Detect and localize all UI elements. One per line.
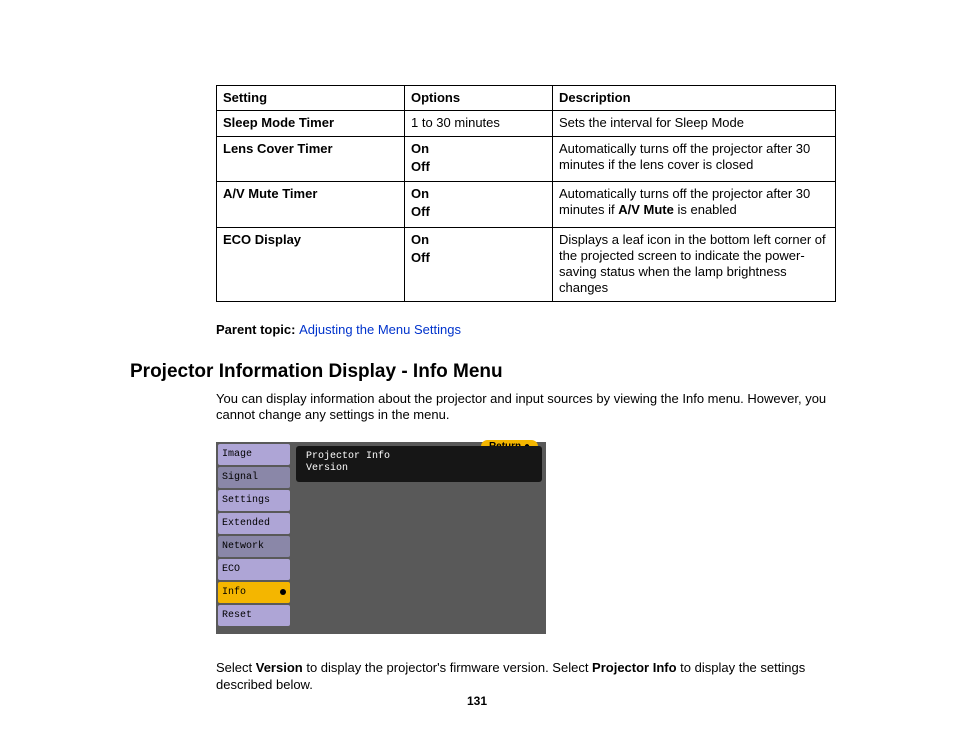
menu-item-signal: Signal: [218, 467, 290, 488]
table-row: Lens Cover Timer On Off Automatically tu…: [217, 136, 836, 182]
cell-description: Sets the interval for Sleep Mode: [553, 111, 836, 136]
cell-setting: Lens Cover Timer: [217, 136, 405, 182]
parent-topic-label: Parent topic:: [216, 322, 299, 337]
cell-setting: Sleep Mode Timer: [217, 111, 405, 136]
menu-sidebar: Image Signal Settings Extended Network E…: [216, 442, 292, 634]
menu-line-projector-info: Projector Info: [306, 451, 390, 462]
menu-item-reset: Reset: [218, 605, 290, 626]
header-options: Options: [405, 86, 553, 111]
menu-item-image: Image: [218, 444, 290, 465]
table-header-row: Setting Options Description: [217, 86, 836, 111]
option-on: On: [411, 186, 546, 202]
header-description: Description: [553, 86, 836, 111]
table-row: ECO Display On Off Displays a leaf icon …: [217, 227, 836, 301]
settings-table: Setting Options Description Sleep Mode T…: [216, 85, 836, 302]
cell-description: Automatically turns off the projector af…: [553, 136, 836, 182]
page-number: 131: [0, 694, 954, 708]
cell-options: On Off: [405, 136, 553, 182]
cell-setting: ECO Display: [217, 227, 405, 301]
menu-screenshot: Image Signal Settings Extended Network E…: [216, 442, 546, 634]
table-row: A/V Mute Timer On Off Automatically turn…: [217, 182, 836, 228]
intro-paragraph: You can display information about the pr…: [216, 391, 834, 425]
option-off: Off: [411, 204, 546, 220]
cell-description: Automatically turns off the projector af…: [553, 182, 836, 228]
option-on: On: [411, 141, 546, 157]
option-off: Off: [411, 250, 546, 266]
menu-item-network: Network: [218, 536, 290, 557]
menu-item-settings: Settings: [218, 490, 290, 511]
cell-setting: A/V Mute Timer: [217, 182, 405, 228]
table-row: Sleep Mode Timer 1 to 30 minutes Sets th…: [217, 111, 836, 136]
option-on: On: [411, 232, 546, 248]
cell-options: 1 to 30 minutes: [405, 111, 553, 136]
cell-options: On Off: [405, 182, 553, 228]
menu-main-panel: Projector Info Version: [296, 446, 542, 482]
parent-topic: Parent topic: Adjusting the Menu Setting…: [216, 322, 834, 337]
menu-item-info: Info: [218, 582, 290, 603]
section-heading: Projector Information Display - Info Men…: [130, 361, 834, 383]
cell-description: Displays a leaf icon in the bottom left …: [553, 227, 836, 301]
cell-options: On Off: [405, 227, 553, 301]
enter-icon: [280, 589, 286, 595]
option-off: Off: [411, 159, 546, 175]
menu-item-extended: Extended: [218, 513, 290, 534]
footer-paragraph: Select Version to display the projector'…: [216, 660, 834, 694]
menu-item-eco: ECO: [218, 559, 290, 580]
header-setting: Setting: [217, 86, 405, 111]
parent-topic-link[interactable]: Adjusting the Menu Settings: [299, 322, 461, 337]
menu-line-version: Version: [306, 463, 348, 474]
